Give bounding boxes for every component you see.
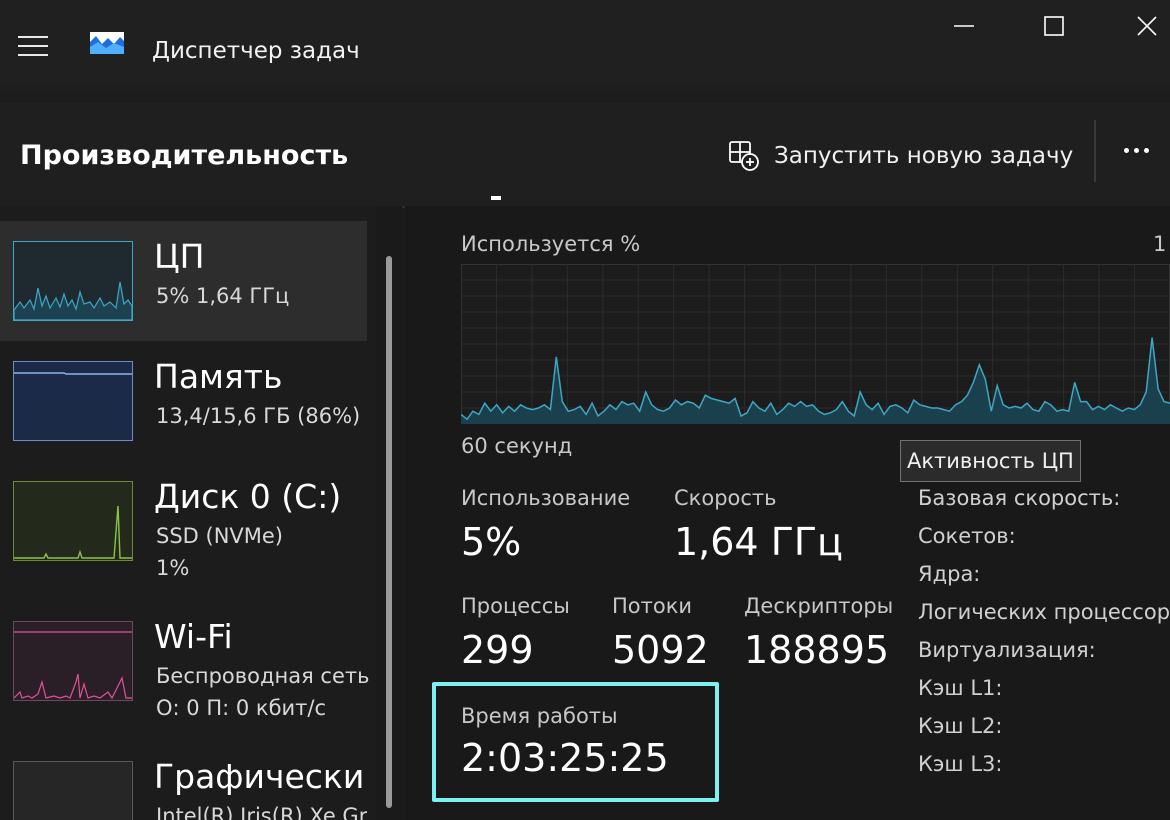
sidebar-item-throughput: О: 0 П: 0 кбит/с — [156, 696, 327, 720]
sidebar-item-detail: 5% 1,64 ГГц — [156, 284, 290, 308]
usage-value: 5% — [461, 520, 522, 564]
spec-l2-cache-label: Кэш L2: — [918, 714, 1003, 738]
graph-time-label: 60 секунд — [461, 434, 573, 458]
close-icon — [1137, 16, 1157, 36]
more-icon — [1123, 147, 1129, 153]
disk-thumbnail — [13, 481, 133, 561]
sidebar-item-title: Память — [154, 357, 283, 396]
spec-base-speed-label: Базовая скорость: — [918, 486, 1121, 510]
cpu-activity-tooltip: Активность ЦП — [900, 440, 1081, 482]
spec-virtualization-label: Виртуализация: — [918, 638, 1096, 662]
uptime-highlight: Время работы 2:03:25:25 — [432, 682, 719, 802]
sidebar-item-detail: Беспроводная сеть — [156, 664, 370, 688]
gpu-thumbnail — [13, 761, 133, 820]
title-bar-shadow — [0, 82, 1170, 102]
processes-label: Процессы — [461, 594, 570, 618]
threads-value: 5092 — [612, 628, 709, 672]
sidebar-item-memory[interactable]: Память 13,4/15,6 ГБ (86%) — [0, 341, 367, 461]
graph-max-label: 1 — [1153, 232, 1167, 256]
menu-icon[interactable] — [18, 36, 48, 63]
run-new-task-button[interactable]: Запустить новую задачу — [728, 134, 1073, 178]
graph-usage-label: Используется % — [461, 232, 641, 256]
close-button[interactable] — [1117, 8, 1170, 44]
page-title: Производительность — [20, 140, 349, 171]
maximize-button[interactable] — [1024, 8, 1084, 44]
sidebar-item-title: ЦП — [154, 237, 205, 276]
window-title: Диспетчер задач — [152, 38, 360, 64]
header-divider — [1094, 120, 1096, 182]
sidebar-item-detail: SSD (NVMe) — [156, 524, 284, 548]
spec-cores-label: Ядра: — [918, 562, 981, 586]
minimize-icon — [954, 25, 974, 27]
run-new-task-label: Запустить новую задачу — [774, 143, 1074, 169]
wifi-thumbnail — [13, 621, 133, 701]
sidebar-item-detail: Intel(R) Iris(R) Xe Gra — [156, 804, 367, 820]
sidebar-item-usage: 1% — [156, 556, 190, 580]
sidebar-item-gpu[interactable]: Графический Intel(R) Iris(R) Xe Gra — [0, 741, 367, 820]
handles-value: 188895 — [744, 628, 890, 672]
sidebar-item-wifi[interactable]: Wi-Fi Беспроводная сеть О: 0 П: 0 кбит/с — [0, 601, 370, 721]
new-task-icon — [729, 141, 759, 171]
uptime-label: Время работы — [461, 704, 618, 728]
maximize-icon — [1044, 16, 1064, 36]
sidebar-item-title: Диск 0 (C:) — [154, 477, 342, 516]
cpu-thumbnail — [13, 241, 133, 321]
more-options-button[interactable] — [1116, 130, 1156, 170]
spec-l1-cache-label: Кэш L1: — [918, 676, 1003, 700]
uptime-value: 2:03:25:25 — [461, 736, 669, 780]
sidebar-item-detail: 13,4/15,6 ГБ (86%) — [156, 404, 361, 428]
minimize-button[interactable] — [934, 8, 994, 44]
sidebar-item-disk[interactable]: Диск 0 (C:) SSD (NVMe) 1% — [0, 461, 367, 581]
speed-label: Скорость — [674, 486, 777, 510]
graph-grid — [461, 264, 1170, 424]
processes-value: 299 — [461, 628, 534, 672]
usage-label: Использование — [461, 486, 631, 510]
cpu-details-pane: Используется % 1 60 секунд Активность ЦП… — [405, 196, 1170, 820]
threads-label: Потоки — [612, 594, 693, 618]
spec-sockets-label: Сокетов: — [918, 524, 1016, 548]
spec-logical-processors-label: Логических процессоров: — [918, 600, 1170, 624]
handles-label: Дескрипторы — [744, 594, 894, 618]
cropped-heading-fragment — [491, 196, 501, 200]
sidebar-item-title: Wi-Fi — [154, 617, 233, 656]
page-header: Производительность Запустить новую задач… — [0, 102, 1170, 208]
sidebar-item-cpu[interactable]: ЦП 5% 1,64 ГГц — [0, 221, 367, 341]
sidebar-item-title: Графический — [154, 757, 367, 796]
cpu-usage-graph — [461, 264, 1170, 424]
memory-thumbnail — [13, 361, 133, 441]
spec-l3-cache-label: Кэш L3: — [918, 752, 1003, 776]
task-manager-logo-icon — [90, 32, 124, 58]
speed-value: 1,64 ГГц — [674, 520, 843, 564]
title-bar: Диспетчер задач — [0, 0, 1170, 102]
sidebar-scrollbar-thumb[interactable] — [386, 256, 392, 808]
